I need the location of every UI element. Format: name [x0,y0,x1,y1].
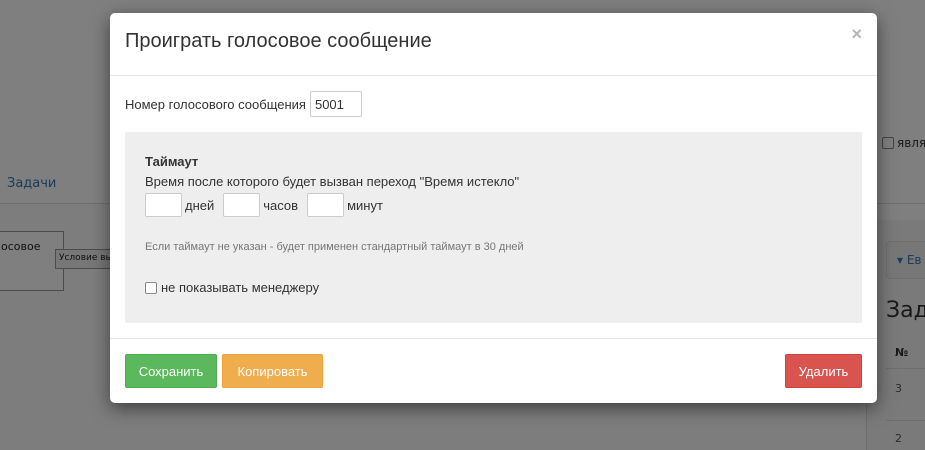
timeout-title: Таймаут [145,154,199,169]
timeout-fields: дней часов минут [145,193,392,217]
close-icon[interactable]: × [851,25,862,43]
play-voice-message-dialog: Проиграть голосовое сообщение × Номер го… [110,13,877,403]
timeout-panel: Таймаут Время после которого будет вызва… [125,132,862,323]
timeout-minutes-input[interactable] [307,193,345,217]
timeout-minutes-unit: минут [347,197,383,213]
modal-footer: Сохранить Копировать Удалить [110,338,877,403]
delete-button[interactable]: Удалить [785,354,862,388]
modal-body: Номер голосового сообщения Таймаут Время… [110,76,877,338]
message-number-input[interactable] [309,91,362,117]
timeout-hint: Если таймаут не указан - будет применен … [145,241,524,253]
copy-button[interactable]: Копировать [222,354,323,388]
timeout-hours-unit: часов [263,197,299,213]
modal-title: Проиграть голосовое сообщение [125,30,432,52]
message-number-row: Номер голосового сообщения [125,91,362,117]
modal-header: Проиграть голосовое сообщение × [110,13,877,76]
checkbox-box[interactable] [145,281,157,294]
timeout-days-input[interactable] [145,193,182,217]
hide-from-manager-checkbox[interactable]: не показывать менеджеру [145,280,319,295]
hide-from-manager-label: не показывать менеджеру [161,280,320,295]
timeout-description: Время после которого будет вызван перехо… [145,174,520,189]
message-number-label: Номер голосового сообщения [125,96,306,112]
timeout-hours-input[interactable] [223,193,261,217]
save-button[interactable]: Сохранить [125,354,217,388]
timeout-days-unit: дней [185,197,215,213]
